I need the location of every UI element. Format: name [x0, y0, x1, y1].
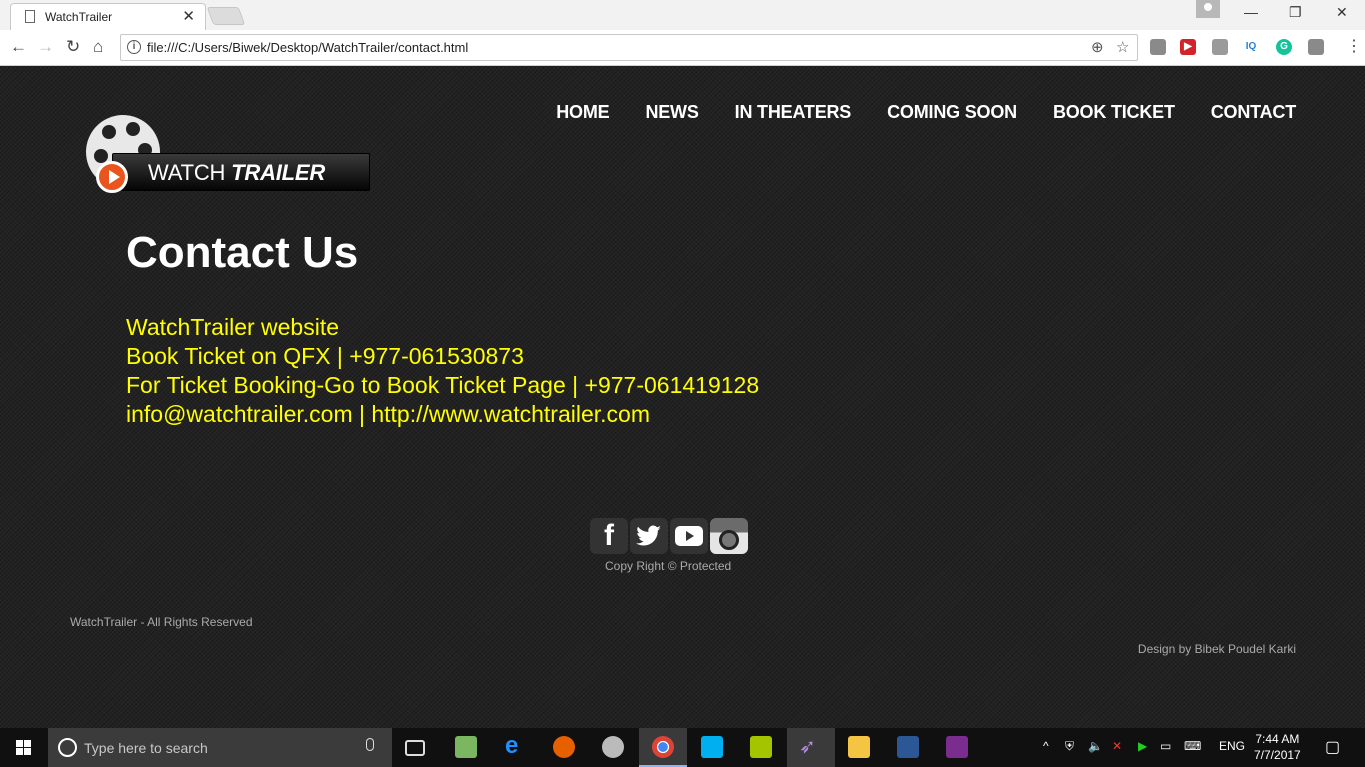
bookmark-star-icon[interactable]: ☆ [1116, 38, 1129, 56]
url-text[interactable]: file:///C:/Users/Biwek/Desktop/WatchTrai… [147, 40, 468, 55]
nav-contact[interactable]: CONTACT [1211, 102, 1296, 123]
extension-media-icon[interactable]: ▶ [1180, 39, 1196, 55]
new-tab-button[interactable] [206, 7, 246, 25]
extension-iq-icon[interactable]: IQ [1243, 39, 1259, 55]
tab-strip: WatchTrailer ✕ — ❐ ✕ [0, 0, 1365, 30]
minimize-icon[interactable]: — [1244, 4, 1258, 20]
camtasia-icon[interactable] [750, 736, 772, 758]
copyright-text: Copy Right © Protected [605, 559, 732, 573]
cortana-icon [58, 738, 77, 757]
word-icon[interactable] [897, 736, 919, 758]
feather-icon[interactable]: ➶ [799, 734, 821, 758]
reload-icon[interactable]: ↻ [66, 37, 80, 57]
address-bar[interactable]: i file:///C:/Users/Biwek/Desktop/WatchTr… [120, 34, 1138, 61]
action-center-icon[interactable]: ▢ [1325, 737, 1340, 757]
restore-icon[interactable]: ❐ [1289, 4, 1302, 21]
home-icon[interactable]: ⌂ [93, 37, 103, 57]
pdf-app-icon[interactable] [946, 736, 968, 758]
microphone-icon[interactable] [366, 738, 374, 751]
contact-line-qfx: Book Ticket on QFX | +977-061530873 [126, 343, 524, 369]
contact-line-email[interactable]: info@watchtrailer.com | http://www.watch… [126, 400, 759, 429]
extension-camera-icon[interactable] [1308, 39, 1324, 55]
facebook-icon[interactable]: f [590, 518, 628, 554]
contact-line-website: WatchTrailer website [126, 314, 340, 340]
volume-icon[interactable]: 🔈 [1088, 739, 1103, 753]
windows-start-icon[interactable] [0, 728, 48, 767]
paint-icon[interactable] [602, 736, 624, 758]
keyboard-icon[interactable]: ⌨ [1184, 739, 1201, 753]
youtube-icon[interactable] [670, 518, 708, 554]
rights-text: WatchTrailer - All Rights Reserved [70, 615, 253, 629]
taskbar: Type here to search e ➶ ^ ⛨ 🔈 ✕ ▶ ▭ ⌨ EN… [0, 728, 1365, 767]
social-links: f [590, 518, 748, 554]
main-nav: HOME NEWS IN THEATERS COMING SOON BOOK T… [556, 102, 1296, 123]
site-info-icon[interactable]: i [127, 40, 141, 54]
notepad-plus-icon[interactable] [455, 736, 477, 758]
twitter-icon[interactable] [630, 518, 668, 554]
skype-icon[interactable] [701, 736, 723, 758]
logo-text: WATCH TRAILER [148, 160, 326, 185]
instagram-icon[interactable] [710, 518, 748, 554]
contact-info: WatchTrailer website Book Ticket on QFX … [126, 313, 759, 429]
page-favicon-icon [25, 10, 35, 23]
task-view-icon[interactable] [405, 740, 425, 756]
nav-news[interactable]: NEWS [645, 102, 698, 123]
site-logo[interactable]: WATCH TRAILER [84, 113, 372, 195]
forward-icon[interactable]: → [37, 37, 54, 57]
defender-icon[interactable]: ⛨ [1065, 739, 1074, 754]
battery-icon[interactable]: ▭ [1160, 739, 1171, 753]
browser-menu-icon[interactable]: ⋮ [1346, 36, 1362, 56]
search-placeholder: Type here to search [84, 740, 208, 756]
extension-cube-icon[interactable] [1212, 39, 1228, 55]
close-window-icon[interactable]: ✕ [1336, 4, 1348, 21]
file-explorer-icon[interactable] [848, 736, 870, 758]
green-flag-icon[interactable]: ▶ [1138, 739, 1147, 753]
tab-title: WatchTrailer [45, 10, 113, 24]
extension-grammarly-icon[interactable]: G [1276, 39, 1292, 55]
tray-chevron-icon[interactable]: ^ [1043, 739, 1049, 753]
firefox-icon[interactable] [553, 736, 575, 758]
play-icon [96, 161, 128, 193]
clock[interactable]: 7:44 AM 7/7/2017 [1254, 731, 1301, 763]
toolbar: ← → ↻ ⌂ i file:///C:/Users/Biwek/Desktop… [0, 30, 1365, 66]
zoom-icon[interactable]: ⊕ [1091, 38, 1104, 56]
taskbar-search[interactable]: Type here to search [48, 728, 392, 767]
back-icon[interactable]: ← [10, 37, 27, 57]
nav-coming-soon[interactable]: COMING SOON [887, 102, 1017, 123]
edge-icon[interactable]: e [505, 732, 527, 759]
browser-tab[interactable]: WatchTrailer ✕ [10, 3, 206, 30]
clock-date: 7/7/2017 [1254, 748, 1301, 762]
page-content: HOME NEWS IN THEATERS COMING SOON BOOK T… [0, 67, 1365, 728]
chrome-icon[interactable] [652, 736, 674, 758]
nav-home[interactable]: HOME [556, 102, 609, 123]
language-indicator[interactable]: ENG [1219, 739, 1245, 753]
design-credit: Design by Bibek Poudel Karki [1137, 642, 1296, 656]
close-tab-icon[interactable]: ✕ [182, 7, 195, 25]
user-profile-icon[interactable] [1196, 0, 1220, 18]
page-title: Contact Us [126, 228, 359, 277]
extension-adblock-icon[interactable] [1150, 39, 1166, 55]
nav-book-ticket[interactable]: BOOK TICKET [1053, 102, 1175, 123]
contact-line-booking: For Ticket Booking-Go to Book Ticket Pag… [126, 372, 760, 398]
network-icon[interactable]: ✕ [1112, 739, 1122, 753]
clock-time: 7:44 AM [1255, 732, 1300, 746]
nav-in-theaters[interactable]: IN THEATERS [735, 102, 852, 123]
